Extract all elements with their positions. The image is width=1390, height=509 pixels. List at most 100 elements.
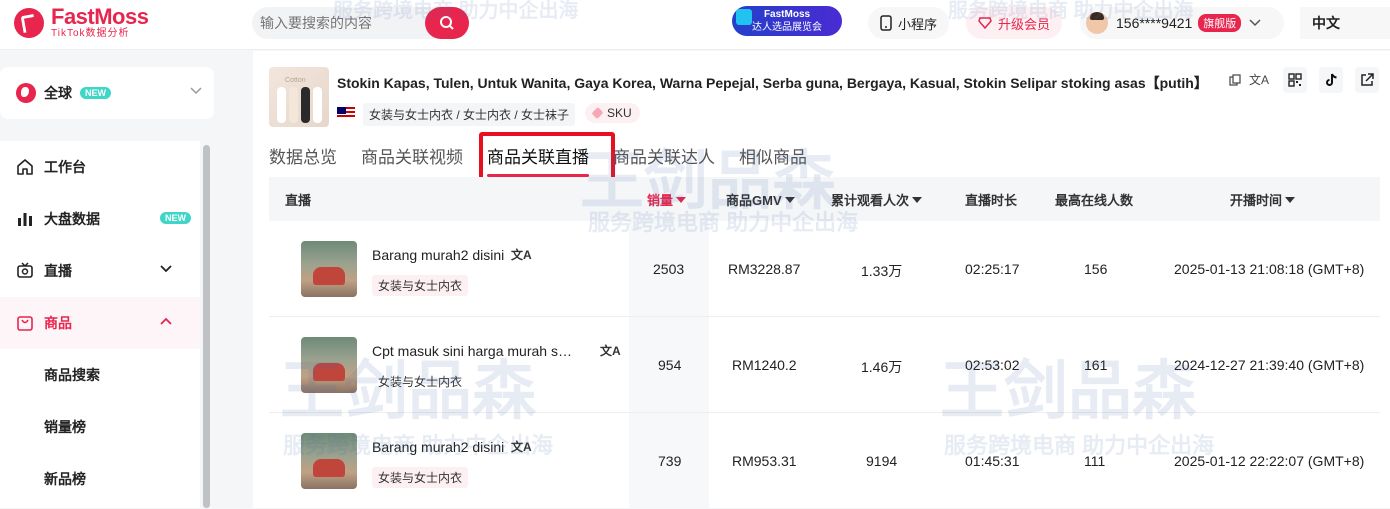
translate-icon[interactable]: 文A (511, 438, 532, 455)
sidebar-subitem-sales-rank[interactable]: 销量榜 (0, 401, 200, 453)
search-input[interactable] (260, 7, 420, 39)
avatar (1086, 12, 1108, 34)
sort-caret-icon (784, 197, 795, 203)
language-switch[interactable]: 中文 (1300, 7, 1390, 39)
sidebar-item-live[interactable]: 直播 (0, 245, 200, 297)
column-sales[interactable]: 销量 (647, 190, 687, 209)
upgrade-label: 升级会员 (998, 16, 1051, 32)
sidebar-item-workbench[interactable]: 工作台 (0, 141, 200, 193)
duration-value: 01:45:31 (965, 453, 1020, 469)
table-row[interactable]: Barang murah2 disini 文A 女装与女士内衣 2503 RM3… (269, 221, 1380, 317)
sort-caret-icon (912, 197, 923, 203)
start-time-value: 2025-01-13 21:08:18 (GMT+8) (1174, 261, 1365, 277)
tab-related-videos[interactable]: 商品关联视频 (361, 143, 463, 173)
category-tag: 女装与女士内衣 / 女士内衣 / 女士袜子 (363, 103, 576, 126)
sku-button[interactable]: SKU (585, 103, 640, 123)
sidebar-item-market-data[interactable]: 大盘数据 NEW (0, 193, 200, 245)
column-gmv-label: 商品GMV (726, 193, 782, 208)
title-icons: 文A (1229, 71, 1269, 88)
translate-icon[interactable]: 文A (1249, 71, 1269, 88)
column-gmv[interactable]: 商品GMV (726, 190, 795, 209)
fastmoss-logo[interactable]: FastMoss TikTok数据分析 (14, 4, 149, 40)
region-selector[interactable]: 全球 NEW (0, 67, 214, 119)
translate-icon[interactable]: 文A (511, 246, 532, 263)
region-label: 全球 (44, 85, 72, 101)
product-image-label: Cotton (285, 77, 306, 84)
globe-icon (16, 83, 36, 103)
tab-related-creators[interactable]: 商品关联达人 (613, 143, 715, 173)
gmv-value: RM3228.87 (728, 261, 801, 277)
search-bar (252, 7, 469, 39)
peak-value: 161 (1084, 357, 1108, 373)
column-viewers-label: 累计观看人次 (831, 193, 910, 208)
column-viewers[interactable]: 累计观看人次 (831, 190, 923, 209)
live-title[interactable]: Cpt masuk sini harga murah sangat (372, 343, 577, 359)
sidebar-item-label: 商品 (44, 315, 72, 331)
live-thumbnail[interactable] (301, 433, 357, 489)
promo-banner[interactable]: FastMoss 达人选品展览会 (732, 6, 842, 36)
new-badge: NEW (160, 212, 191, 224)
live-thumbnail[interactable] (301, 241, 357, 297)
gmv-value: RM1240.2 (732, 357, 797, 373)
chevron-up-icon (160, 317, 172, 325)
sales-value: 739 (658, 453, 682, 469)
translate-icon[interactable]: 文A (600, 342, 621, 359)
sidebar-subitem-product-search[interactable]: 商品搜索 (0, 349, 200, 401)
start-time-value: 2024-12-27 21:39:40 (GMT+8) (1174, 357, 1365, 373)
main-panel: Cotton Stokin Kapas, Tulen, Untuk Wanita… (253, 51, 1390, 508)
viewers-value: 1.46万 (861, 359, 903, 375)
sidebar-menu: 工作台 大盘数据 NEW 直播 商品 商品搜索 销量榜 新品榜 (0, 141, 200, 508)
product-actions (1283, 67, 1379, 93)
sidebar-subitem-new-products[interactable]: 新品榜 (0, 453, 200, 505)
user-phone: 156****9421 (1116, 15, 1193, 31)
column-start-time-label: 开播时间 (1230, 193, 1283, 208)
shopping-bag-icon (17, 316, 33, 331)
gmv-value: RM953.31 (732, 453, 797, 469)
column-duration: 直播时长 (965, 193, 1018, 208)
chevron-down-icon (190, 87, 202, 95)
peak-value: 111 (1084, 453, 1106, 469)
tiktok-link-button[interactable] (1319, 67, 1343, 93)
logo-mark-icon (14, 8, 44, 38)
table-row[interactable]: Cpt masuk sini harga murah sangat 文A 女装与… (269, 317, 1380, 413)
chevron-down-icon (160, 265, 172, 273)
tab-overview[interactable]: 数据总览 (269, 143, 337, 173)
external-link-button[interactable] (1355, 67, 1379, 93)
qr-code-icon (1288, 73, 1302, 87)
peak-value: 156 (1084, 261, 1108, 277)
product-image[interactable]: Cotton (269, 67, 329, 127)
qr-code-button[interactable] (1283, 67, 1307, 93)
play-icon (736, 9, 752, 25)
sidebar-scrollbar-thumb[interactable] (203, 145, 210, 508)
live-title[interactable]: Barang murah2 disini (372, 439, 504, 455)
table-row[interactable]: Barang murah2 disini 文A 女装与女士内衣 739 RM95… (269, 413, 1380, 509)
chevron-down-icon (1249, 19, 1261, 27)
user-menu[interactable]: 156****9421 旗舰版 (1080, 7, 1284, 39)
phone-icon (880, 15, 892, 31)
external-link-icon (1361, 73, 1374, 86)
diamond-icon (978, 17, 992, 29)
logo-subtitle: TikTok数据分析 (51, 28, 130, 39)
upgrade-button[interactable]: 升级会员 (966, 7, 1063, 39)
home-icon (17, 159, 33, 175)
live-thumbnail[interactable] (301, 337, 357, 393)
top-bar: FastMoss TikTok数据分析 FastMoss 达人选品展览会 小程序… (0, 0, 1390, 50)
search-button[interactable] (425, 7, 469, 39)
new-badge: NEW (80, 87, 111, 99)
copy-icon[interactable] (1229, 73, 1241, 86)
category-tag: 女装与女士内衣 (372, 371, 469, 392)
tab-similar-products[interactable]: 相似商品 (739, 143, 807, 173)
sales-value: 954 (658, 357, 682, 373)
sales-value: 2503 (653, 261, 685, 277)
viewers-value: 9194 (866, 453, 898, 469)
column-live: 直播 (285, 193, 312, 208)
bar-chart-icon (18, 213, 32, 226)
sidebar-item-products[interactable]: 商品 (0, 297, 200, 349)
category-tag: 女装与女士内衣 (372, 467, 469, 488)
search-icon (440, 16, 454, 30)
column-start-time[interactable]: 开播时间 (1230, 190, 1296, 209)
duration-value: 02:25:17 (965, 261, 1020, 277)
live-title[interactable]: Barang murah2 disini (372, 247, 504, 263)
logo-title: FastMoss (51, 4, 149, 29)
mini-program-button[interactable]: 小程序 (868, 7, 950, 39)
